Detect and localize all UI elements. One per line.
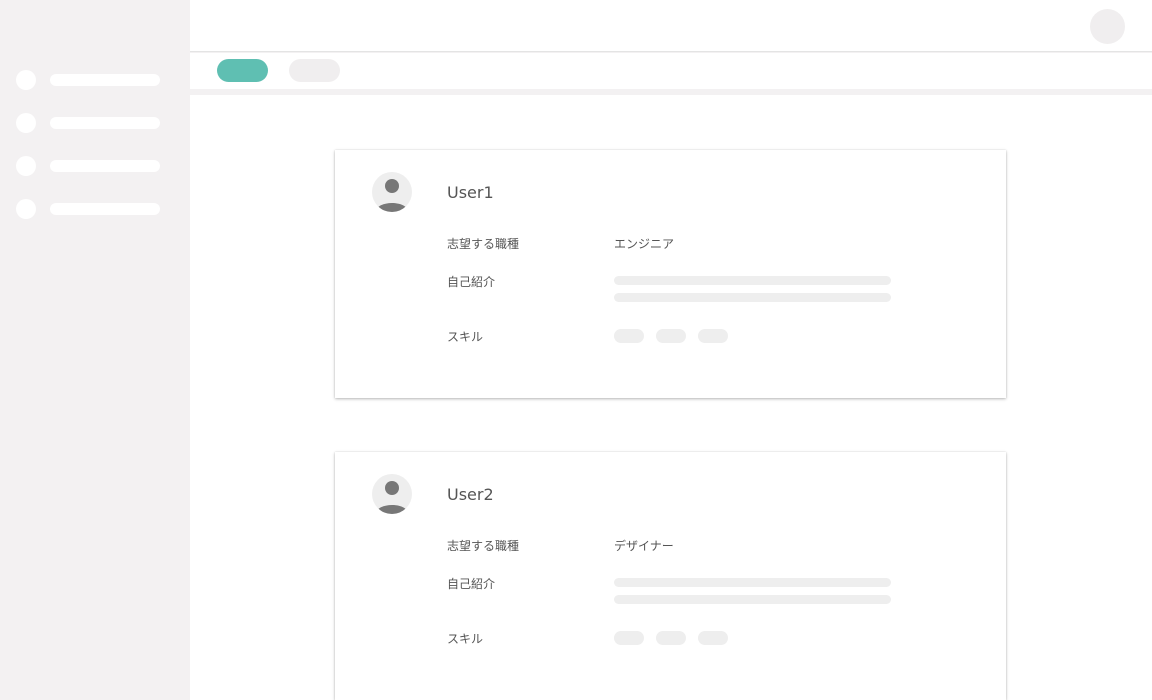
sidebar-item-2[interactable] xyxy=(16,113,176,133)
sidebar-item-dot-icon xyxy=(16,156,36,176)
sidebar-item-label-placeholder xyxy=(50,74,160,86)
job-value: エンジニア xyxy=(614,237,675,251)
tab-active[interactable] xyxy=(217,59,268,82)
skills-label: スキル xyxy=(447,632,484,646)
sidebar-item-4[interactable] xyxy=(16,199,176,219)
sidebar-item-label-placeholder xyxy=(50,160,160,172)
user-name: User1 xyxy=(447,183,494,202)
user-card[interactable]: User2 志望する職種 デザイナー 自己紹介 スキル xyxy=(335,452,1006,700)
user-card[interactable]: User1 志望する職種 エンジニア 自己紹介 スキル xyxy=(335,150,1006,398)
user-avatar-icon[interactable] xyxy=(1090,9,1125,44)
skill-chip-placeholder xyxy=(656,329,686,343)
skill-chip-placeholder xyxy=(614,329,644,343)
sidebar-item-label-placeholder xyxy=(50,203,160,215)
intro-text-placeholder xyxy=(614,578,891,587)
job-label: 志望する職種 xyxy=(447,539,520,553)
tab-bar xyxy=(190,53,1152,89)
sidebar-item-dot-icon xyxy=(16,70,36,90)
sidebar xyxy=(0,0,190,700)
user-name: User2 xyxy=(447,485,494,504)
main-content: User1 志望する職種 エンジニア 自己紹介 スキル User2 志望する職種… xyxy=(190,95,1152,700)
skill-chip-placeholder xyxy=(656,631,686,645)
sidebar-item-label-placeholder xyxy=(50,117,160,129)
person-icon xyxy=(372,172,412,212)
job-value: デザイナー xyxy=(614,539,674,553)
person-icon xyxy=(372,474,412,514)
sidebar-item-dot-icon xyxy=(16,113,36,133)
skill-chip-placeholder xyxy=(698,329,728,343)
sidebar-item-1[interactable] xyxy=(16,70,176,90)
skill-chip-placeholder xyxy=(698,631,728,645)
top-header xyxy=(190,0,1152,52)
job-label: 志望する職種 xyxy=(447,237,520,251)
sidebar-item-3[interactable] xyxy=(16,156,176,176)
intro-text-placeholder xyxy=(614,276,891,285)
intro-text-placeholder xyxy=(614,595,891,604)
tab-inactive[interactable] xyxy=(289,59,340,82)
intro-text-placeholder xyxy=(614,293,891,302)
intro-label: 自己紹介 xyxy=(447,275,496,289)
sidebar-item-dot-icon xyxy=(16,199,36,219)
skills-label: スキル xyxy=(447,330,484,344)
intro-label: 自己紹介 xyxy=(447,577,496,591)
skill-chip-placeholder xyxy=(614,631,644,645)
